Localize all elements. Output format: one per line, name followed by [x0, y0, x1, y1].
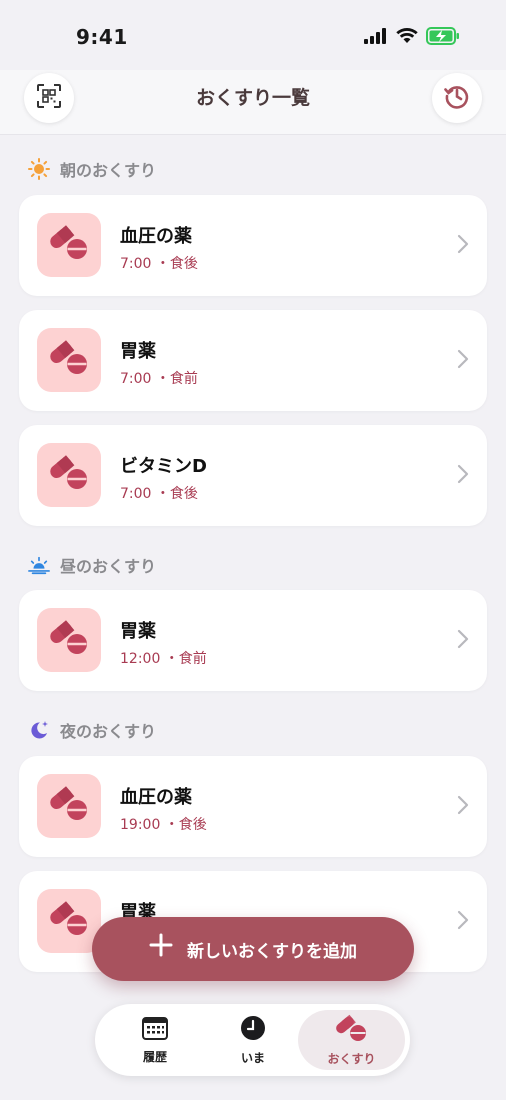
pill-icon-box: [37, 328, 101, 392]
section-title: 昼のおくすり: [60, 557, 157, 576]
pill-icon: [49, 225, 89, 265]
status-bar: 9:41: [0, 0, 506, 70]
battery-icon: [426, 27, 460, 49]
add-medicine-label: 新しいおくすりを追加: [187, 941, 357, 962]
pill-icon: [49, 340, 89, 380]
clock-icon: [240, 1015, 266, 1044]
signal-icon: [364, 28, 388, 48]
medicine-time: 12:00 ・食前: [120, 651, 207, 667]
history-button[interactable]: [432, 73, 482, 123]
tab-history[interactable]: 履歴: [103, 1010, 207, 1070]
pill-icon: [49, 620, 89, 660]
medicine-name: ビタミンD: [120, 456, 207, 477]
chevron-right-icon: [457, 794, 469, 816]
moon-icon: [28, 719, 50, 741]
pill-icon: [49, 901, 89, 941]
chevron-right-icon: [457, 628, 469, 650]
chevron-right-icon: [457, 348, 469, 370]
chevron-right-icon: [457, 463, 469, 485]
pill-icon-box: [37, 443, 101, 507]
pill-icon: [49, 455, 89, 495]
tab-label: 履歴: [142, 1049, 167, 1064]
section-header-noon: 昼のおくすり: [28, 553, 156, 577]
nav-bar: おくすり一覧: [0, 70, 506, 135]
medicine-card[interactable]: ビタミンD 7:00 ・食後: [19, 425, 487, 526]
page-title: おくすり一覧: [195, 87, 310, 109]
chevron-right-icon: [457, 233, 469, 255]
status-time: 9:41: [76, 25, 128, 49]
medicine-name: 胃薬: [120, 621, 156, 642]
medicine-card[interactable]: 胃薬 7:00 ・食前: [19, 310, 487, 411]
sunrise-icon: [28, 554, 50, 576]
pill-icon-box: [37, 608, 101, 672]
add-medicine-button[interactable]: 新しいおくすりを追加: [92, 917, 414, 981]
tab-bar: 履歴 いま おくすり: [95, 1004, 410, 1076]
pill-icon-box: [37, 213, 101, 277]
chevron-right-icon: [457, 909, 469, 931]
medicine-time: 19:00 ・食後: [120, 817, 207, 833]
medicine-time: 7:00 ・食後: [120, 256, 198, 272]
history-icon: [443, 82, 471, 114]
section-title: 朝のおくすり: [60, 161, 157, 180]
tab-label: いま: [240, 1050, 265, 1065]
wifi-icon: [396, 28, 418, 48]
medicine-card[interactable]: 血圧の薬 19:00 ・食後: [19, 756, 487, 857]
sun-icon: [28, 158, 50, 180]
tab-medicines[interactable]: おくすり: [298, 1010, 405, 1070]
tab-label: おくすり: [327, 1051, 376, 1066]
section-header-night: 夜のおくすり: [28, 718, 156, 742]
section-header-morning: 朝のおくすり: [28, 157, 156, 181]
plus-icon: [149, 933, 173, 963]
pill-icon-box: [37, 774, 101, 838]
medicine-card[interactable]: 血圧の薬 7:00 ・食後: [19, 195, 487, 296]
medicine-name: 胃薬: [120, 341, 156, 362]
tab-now[interactable]: いま: [201, 1010, 305, 1070]
medicine-time: 7:00 ・食後: [120, 486, 198, 502]
medicine-name: 血圧の薬: [120, 787, 192, 808]
medicine-card[interactable]: 胃薬 12:00 ・食前: [19, 590, 487, 691]
status-icons: [364, 27, 460, 49]
medicine-name: 血圧の薬: [120, 226, 192, 247]
section-title: 夜のおくすり: [60, 722, 157, 741]
pill-icon: [49, 786, 89, 826]
medicine-time: 7:00 ・食前: [120, 371, 198, 387]
pill-icon: [335, 1014, 369, 1045]
calendar-icon: [142, 1016, 168, 1043]
